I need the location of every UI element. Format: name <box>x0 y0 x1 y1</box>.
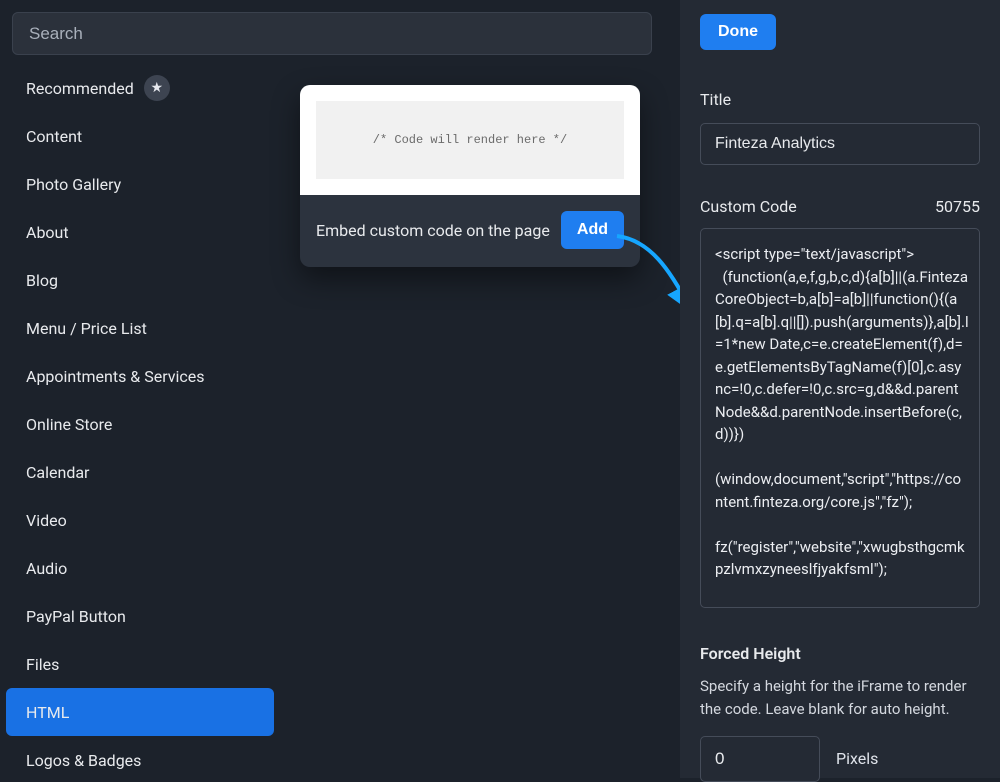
forced-height-input[interactable] <box>700 736 820 782</box>
sidebar-item-menu-price-list[interactable]: Menu / Price List <box>6 304 274 352</box>
add-button[interactable]: Add <box>561 211 624 249</box>
sidebar-item-audio[interactable]: Audio <box>6 544 274 592</box>
sidebar-item-paypal-button[interactable]: PayPal Button <box>6 592 274 640</box>
sidebar-item-label: Content <box>26 127 82 146</box>
sidebar-item-html[interactable]: HTML <box>6 688 274 736</box>
forced-height-description: Specify a height for the iFrame to rende… <box>700 675 980 722</box>
sidebar-item-label: PayPal Button <box>26 607 126 626</box>
sidebar-item-appointments-services[interactable]: Appointments & Services <box>6 352 274 400</box>
sidebar-item-video[interactable]: Video <box>6 496 274 544</box>
title-input[interactable] <box>700 123 980 165</box>
card-footer: Embed custom code on the page Add <box>300 195 640 267</box>
custom-code-label: Custom Code <box>700 197 797 216</box>
done-button[interactable]: Done <box>700 14 776 50</box>
title-label: Title <box>700 90 980 109</box>
sidebar-item-label: About <box>26 223 69 242</box>
sidebar-item-blog[interactable]: Blog <box>6 256 274 304</box>
sidebar-item-label: Photo Gallery <box>26 175 121 194</box>
sidebar-item-online-store[interactable]: Online Store <box>6 400 274 448</box>
custom-code-textarea[interactable] <box>700 228 980 608</box>
custom-code-header: Custom Code 50755 <box>700 197 980 216</box>
sidebar-item-label: HTML <box>26 703 69 722</box>
sidebar-item-label: Blog <box>26 271 58 290</box>
code-placeholder: /* Code will render here */ <box>316 101 624 179</box>
settings-panel: Done Title Custom Code 50755 Forced Heig… <box>680 0 1000 778</box>
sidebar-item-logos-badges[interactable]: Logos & Badges <box>6 736 274 778</box>
sidebar-item-files[interactable]: Files <box>6 640 274 688</box>
star-icon: ★ <box>144 75 170 101</box>
pixels-label: Pixels <box>836 749 878 768</box>
forced-height-label: Forced Height <box>700 644 980 663</box>
char-count: 50755 <box>935 197 980 216</box>
html-embed-card: /* Code will render here */ Embed custom… <box>300 85 640 267</box>
sidebar-item-content[interactable]: Content <box>6 112 274 160</box>
sidebar-item-label: Menu / Price List <box>26 319 147 338</box>
sidebar-item-label: Video <box>26 511 67 530</box>
sidebar-item-calendar[interactable]: Calendar <box>6 448 274 496</box>
sidebar-scroll[interactable]: Recommended ★ Content Photo Gallery Abou… <box>0 58 280 778</box>
card-description: Embed custom code on the page <box>316 221 550 240</box>
card-preview: /* Code will render here */ <box>300 85 640 195</box>
sidebar-item-label: Recommended <box>26 79 134 98</box>
sidebar-item-label: Calendar <box>26 463 89 482</box>
sidebar-item-label: Appointments & Services <box>26 367 205 386</box>
sidebar-item-photo-gallery[interactable]: Photo Gallery <box>6 160 274 208</box>
sidebar-item-label: Logos & Badges <box>26 751 141 770</box>
sidebar-item-label: Online Store <box>26 415 112 434</box>
middle-column: /* Code will render here */ Embed custom… <box>300 85 650 267</box>
sidebar-item-recommended[interactable]: Recommended ★ <box>6 64 274 112</box>
sidebar-item-label: Audio <box>26 559 67 578</box>
sidebar-item-label: Files <box>26 655 59 674</box>
sidebar-item-about[interactable]: About <box>6 208 274 256</box>
search-wrap <box>0 0 280 55</box>
forced-height-row: Pixels <box>700 736 980 782</box>
sidebar: Recommended ★ Content Photo Gallery Abou… <box>0 0 280 778</box>
search-input[interactable] <box>12 12 652 55</box>
